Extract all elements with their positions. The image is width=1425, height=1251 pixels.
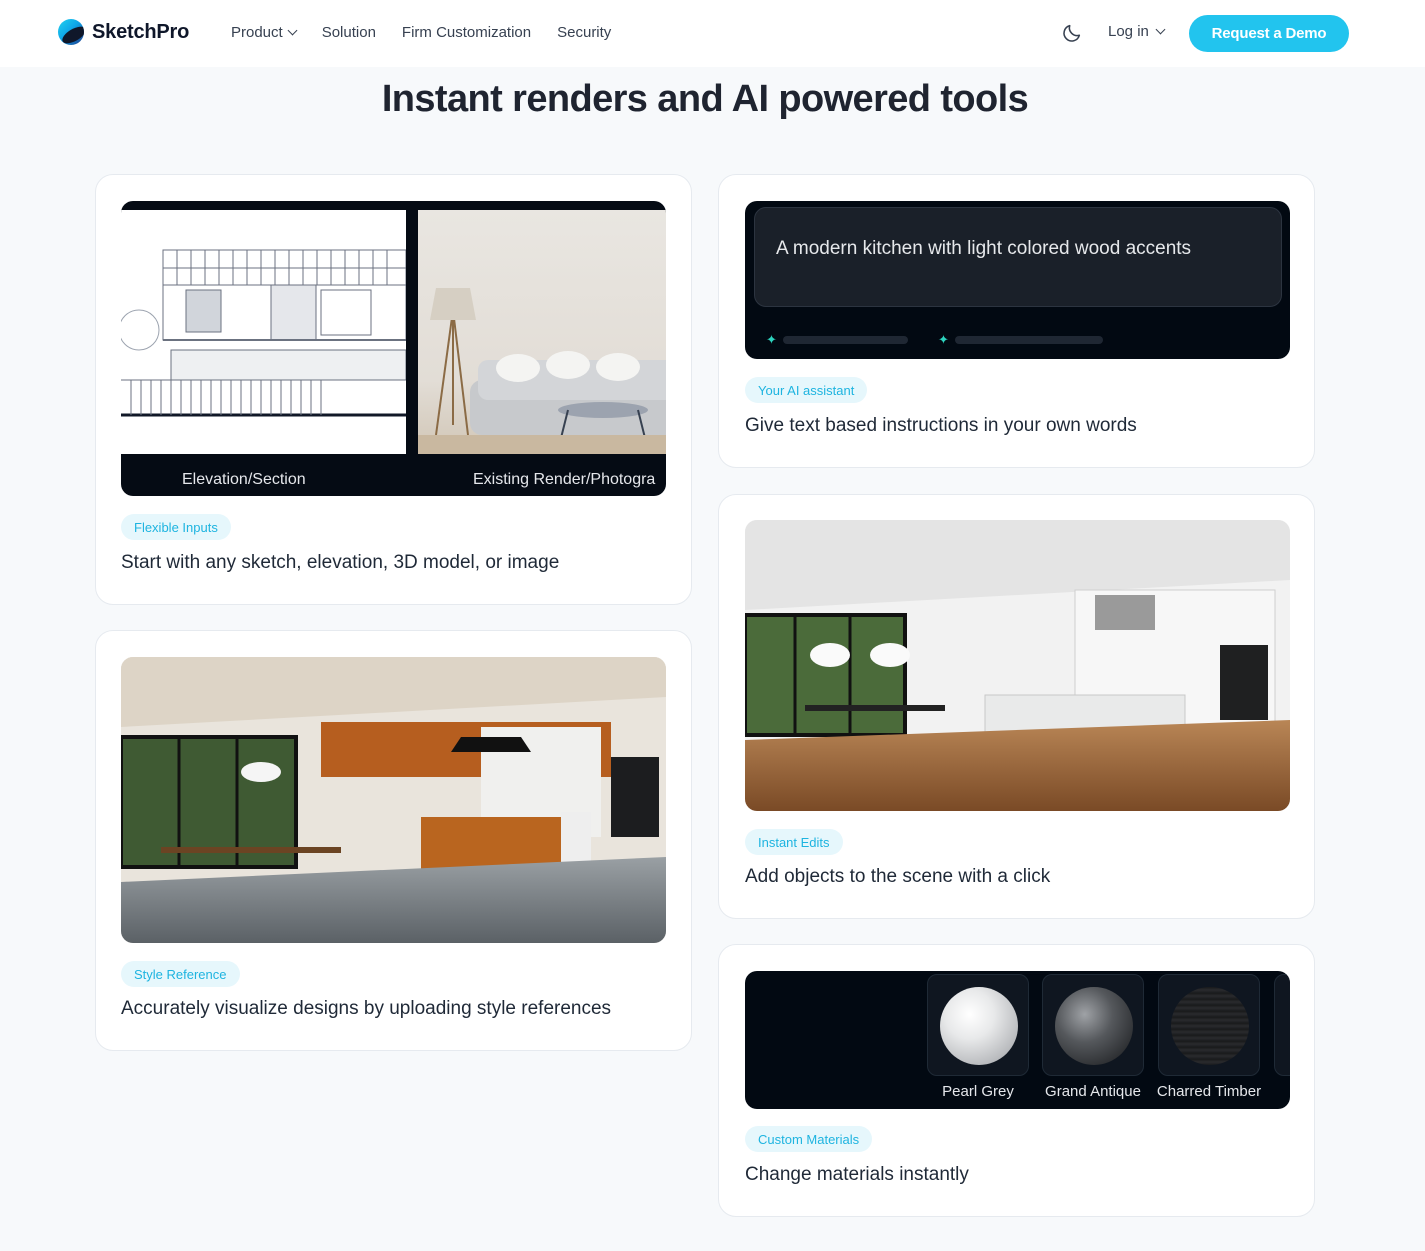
pearl-grey-sphere xyxy=(940,987,1018,1065)
nav-item-security[interactable]: Security xyxy=(557,24,611,41)
feature-card-flexible-inputs: Elevation/Section Existing Render/Photog… xyxy=(95,174,692,605)
chevron-down-icon xyxy=(1155,24,1166,35)
nav-item-label: Product xyxy=(231,24,283,41)
feature-chip: Your AI assistant xyxy=(745,377,868,403)
site-header: SketchPro Product Solution Firm Customiz… xyxy=(0,0,1425,67)
feature-description: Start with any sketch, elevation, 3D mod… xyxy=(121,552,560,573)
assistant-preview: A modern kitchen with light colored wood… xyxy=(745,201,1290,359)
request-demo-button[interactable]: Request a Demo xyxy=(1189,15,1349,52)
charred-timber-sphere xyxy=(1171,987,1249,1065)
material-swatch-pearl-grey[interactable] xyxy=(927,974,1029,1076)
existing-render-photo xyxy=(418,210,666,454)
feature-chip: Custom Materials xyxy=(745,1126,873,1152)
swatch-label: Pearl Grey xyxy=(942,1083,1014,1100)
loading-bar xyxy=(955,336,1103,344)
swatch-label: Charred Timber xyxy=(1156,1083,1262,1100)
existing-render-label: Existing Render/Photogra xyxy=(473,471,656,488)
elevation-section-label: Elevation/Section xyxy=(182,471,306,488)
white-kitchen-render-image xyxy=(745,520,1290,811)
chevron-down-icon xyxy=(287,25,298,36)
feature-card-custom-materials: Pearl Grey Grand Antique Charred Timber … xyxy=(718,944,1315,1217)
nav-item-label: Security xyxy=(557,24,612,41)
feature-description: Add objects to the scene with a click xyxy=(745,866,1051,887)
feature-card-style-reference: Style Reference Accurately visualize des… xyxy=(95,630,692,1051)
loading-bar xyxy=(783,336,908,344)
brand-name: SketchPro xyxy=(92,20,190,43)
nav-item-product[interactable]: Product xyxy=(231,24,298,41)
material-swatch-charred-timber[interactable] xyxy=(1158,974,1260,1076)
elevation-sketch-image xyxy=(121,210,407,454)
brand-logo[interactable]: SketchPro xyxy=(58,19,189,45)
material-swatch-grand-antique[interactable] xyxy=(1042,974,1144,1076)
material-swatch-partial[interactable] xyxy=(1274,974,1290,1076)
nav-item-firm-customization[interactable]: Firm Customization xyxy=(402,24,531,41)
sparkle-icon: ✦ xyxy=(766,332,777,347)
feature-description: Give text based instructions in your own… xyxy=(745,415,1137,436)
swatch-label: Grand Antique xyxy=(1045,1083,1141,1100)
feature-card-ai-assistant: A modern kitchen with light colored wood… xyxy=(718,174,1315,468)
feature-chip: Flexible Inputs xyxy=(121,514,231,540)
nav-item-label: Firm Customization xyxy=(401,24,532,41)
feature-chip: Instant Edits xyxy=(745,829,843,855)
page-title: Instant renders and AI powered tools xyxy=(381,78,1029,120)
login-menu[interactable]: Log in xyxy=(1108,23,1166,40)
materials-preview: Pearl Grey Grand Antique Charred Timber xyxy=(745,971,1290,1109)
prompt-text: A modern kitchen with light colored wood… xyxy=(776,238,1192,259)
feature-description: Accurately visualize designs by uploadin… xyxy=(121,998,612,1019)
prompt-input-preview: A modern kitchen with light colored wood… xyxy=(754,207,1282,307)
sparkle-icon: ✦ xyxy=(938,332,949,347)
feature-chip: Style Reference xyxy=(121,961,240,987)
nav-item-label: Solution xyxy=(321,24,376,41)
wood-kitchen-render-image xyxy=(121,657,666,943)
grand-antique-sphere xyxy=(1055,987,1133,1065)
inputs-preview-image: Elevation/Section Existing Render/Photog… xyxy=(121,201,666,496)
login-label: Log in xyxy=(1108,23,1149,40)
nav-item-solution[interactable]: Solution xyxy=(322,24,376,41)
logo-icon xyxy=(58,19,84,45)
feature-card-instant-edits: Instant Edits Add objects to the scene w… xyxy=(718,494,1315,919)
feature-description: Change materials instantly xyxy=(745,1164,969,1185)
main-nav: Product Solution Firm Customization Secu… xyxy=(231,24,637,41)
dark-mode-toggle-icon[interactable] xyxy=(1061,22,1083,44)
